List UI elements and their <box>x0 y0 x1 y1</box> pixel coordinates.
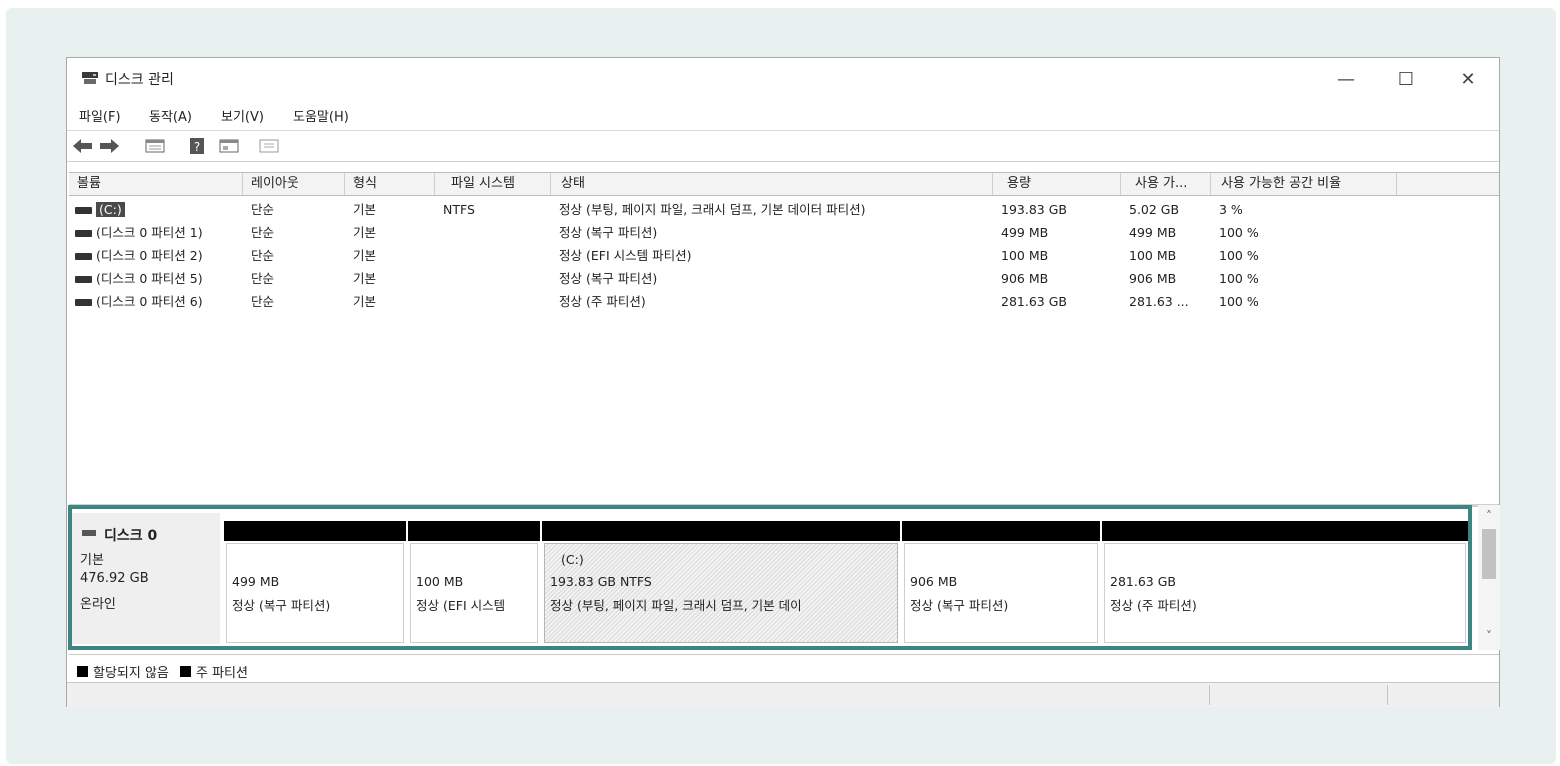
menu-view[interactable]: 보기(V) <box>221 106 264 125</box>
volume-name[interactable]: (디스크 0 파티션 2) <box>96 248 203 263</box>
highlight-frame <box>68 505 1472 650</box>
unallocated-swatch-icon <box>77 666 88 677</box>
volume-filesystem: NTFS <box>443 202 475 217</box>
volume-filesystem <box>443 244 543 267</box>
volume-row[interactable]: (디스크 0 파티션 5) 단순 기본 정상 (복구 파티션) 906 MB 9… <box>69 267 1499 290</box>
legend-primary-partition: 주 파티션 <box>196 666 248 681</box>
volume-status: 정상 (복구 파티션) <box>559 225 658 240</box>
status-separator <box>1209 685 1210 705</box>
volume-layout: 단순 <box>251 271 275 286</box>
disk-list-icon[interactable] <box>145 137 165 155</box>
volume-name[interactable]: (디스크 0 파티션 5) <box>96 271 203 286</box>
volume-row[interactable]: (디스크 0 파티션 6) 단순 기본 정상 (주 파티션) 281.63 GB… <box>69 290 1499 313</box>
volume-free-percent: 100 % <box>1219 294 1259 309</box>
volume-type: 기본 <box>353 248 377 263</box>
volume-free-space: 906 MB <box>1129 271 1177 286</box>
volume-drive-icon <box>75 276 92 283</box>
graphical-view-scrollbar[interactable]: ˄ ˅ <box>1478 505 1500 650</box>
primary-partition-swatch-icon <box>180 666 191 677</box>
column-header-free-space[interactable]: 사용 가... <box>1121 173 1211 195</box>
volume-capacity: 193.83 GB <box>1001 202 1067 217</box>
back-arrow-icon[interactable] <box>73 137 93 155</box>
column-header-type[interactable]: 형식 <box>345 173 435 195</box>
volume-free-space: 100 MB <box>1129 248 1177 263</box>
volume-name[interactable]: (C:) <box>96 202 125 217</box>
status-separator <box>1387 685 1388 705</box>
disk-management-icon <box>82 72 98 84</box>
menu-bar: 파일(F) 동작(A) 보기(V) 도움말(H) <box>67 102 1499 128</box>
forward-arrow-icon[interactable] <box>99 137 119 155</box>
volume-type: 기본 <box>353 271 377 286</box>
menu-file[interactable]: 파일(F) <box>79 106 121 125</box>
volume-list: 볼륨 레이아웃 형식 파일 시스템 상태 용량 사용 가... 사용 가능한 공… <box>69 172 1499 502</box>
volume-capacity: 906 MB <box>1001 271 1049 286</box>
column-header-volume[interactable]: 볼륨 <box>69 173 243 195</box>
disk-graphical-view: 디스크 0 기본 476.92 GB 온라인 499 MB 정상 (복구 파티션… <box>68 505 1472 650</box>
volume-free-percent: 100 % <box>1219 271 1259 286</box>
volume-filesystem <box>443 290 543 313</box>
volume-layout: 단순 <box>251 294 275 309</box>
help-glyph: ? <box>194 140 200 154</box>
volume-free-percent: 3 % <box>1219 202 1243 217</box>
close-button[interactable]: ✕ <box>1445 64 1491 94</box>
scroll-thumb[interactable] <box>1482 529 1496 579</box>
column-header-status[interactable]: 상태 <box>551 173 993 195</box>
volume-layout: 단순 <box>251 225 275 240</box>
volume-layout: 단순 <box>251 248 275 263</box>
title-bar: 디스크 관리 — ☐ ✕ <box>67 58 1499 98</box>
column-header-free-percent[interactable]: 사용 가능한 공간 비율 <box>1211 173 1397 195</box>
volume-capacity: 281.63 GB <box>1001 294 1067 309</box>
volume-drive-icon <box>75 230 92 237</box>
volume-status: 정상 (EFI 시스템 파티션) <box>559 248 692 263</box>
volume-name[interactable]: (디스크 0 파티션 6) <box>96 294 203 309</box>
volume-list-header: 볼륨 레이아웃 형식 파일 시스템 상태 용량 사용 가... 사용 가능한 공… <box>69 172 1499 196</box>
volume-row[interactable]: (디스크 0 파티션 1) 단순 기본 정상 (복구 파티션) 499 MB 4… <box>69 221 1499 244</box>
status-bar <box>67 682 1499 707</box>
column-header-capacity[interactable]: 용량 <box>993 173 1121 195</box>
menu-help[interactable]: 도움말(H) <box>293 106 349 125</box>
menu-action[interactable]: 동작(A) <box>149 106 192 125</box>
view-icon[interactable] <box>259 137 279 155</box>
volume-layout: 단순 <box>251 202 275 217</box>
window-title: 디스크 관리 <box>105 72 174 88</box>
toolbar: ? <box>67 130 1499 162</box>
volume-free-percent: 100 % <box>1219 225 1259 240</box>
minimize-button[interactable]: — <box>1323 64 1369 94</box>
volume-status: 정상 (주 파티션) <box>559 294 646 309</box>
volume-status: 정상 (복구 파티션) <box>559 271 658 286</box>
volume-type: 기본 <box>353 225 377 240</box>
volume-drive-icon <box>75 207 92 214</box>
volume-name[interactable]: (디스크 0 파티션 1) <box>96 225 203 240</box>
volume-status: 정상 (부팅, 페이지 파일, 크래시 덤프, 기본 데이터 파티션) <box>559 202 866 217</box>
volume-row[interactable]: (C:) 단순 기본 NTFS 정상 (부팅, 페이지 파일, 크래시 덤프, … <box>69 198 1499 221</box>
volume-row[interactable]: (디스크 0 파티션 2) 단순 기본 정상 (EFI 시스템 파티션) 100… <box>69 244 1499 267</box>
column-header-layout[interactable]: 레이아웃 <box>243 173 345 195</box>
properties-icon[interactable] <box>219 137 239 155</box>
volume-free-space: 499 MB <box>1129 225 1177 240</box>
help-icon[interactable]: ? <box>187 137 207 155</box>
volume-filesystem <box>443 221 543 244</box>
volume-drive-icon <box>75 253 92 260</box>
volume-drive-icon <box>75 299 92 306</box>
volume-type: 기본 <box>353 202 377 217</box>
column-header-filesystem[interactable]: 파일 시스템 <box>435 173 551 195</box>
volume-capacity: 100 MB <box>1001 248 1049 263</box>
volume-type: 기본 <box>353 294 377 309</box>
volume-free-percent: 100 % <box>1219 248 1259 263</box>
scroll-up-icon[interactable]: ˄ <box>1478 509 1500 523</box>
legend-unallocated: 할당되지 않음 <box>93 666 169 681</box>
volume-free-space: 5.02 GB <box>1129 202 1180 217</box>
maximize-button[interactable]: ☐ <box>1383 64 1429 94</box>
scroll-down-icon[interactable]: ˅ <box>1478 629 1500 643</box>
legend: 할당되지 않음 주 파티션 <box>69 654 1499 681</box>
volume-free-space: 281.63 ... <box>1129 294 1189 309</box>
volume-capacity: 499 MB <box>1001 225 1049 240</box>
volume-filesystem <box>443 267 543 290</box>
